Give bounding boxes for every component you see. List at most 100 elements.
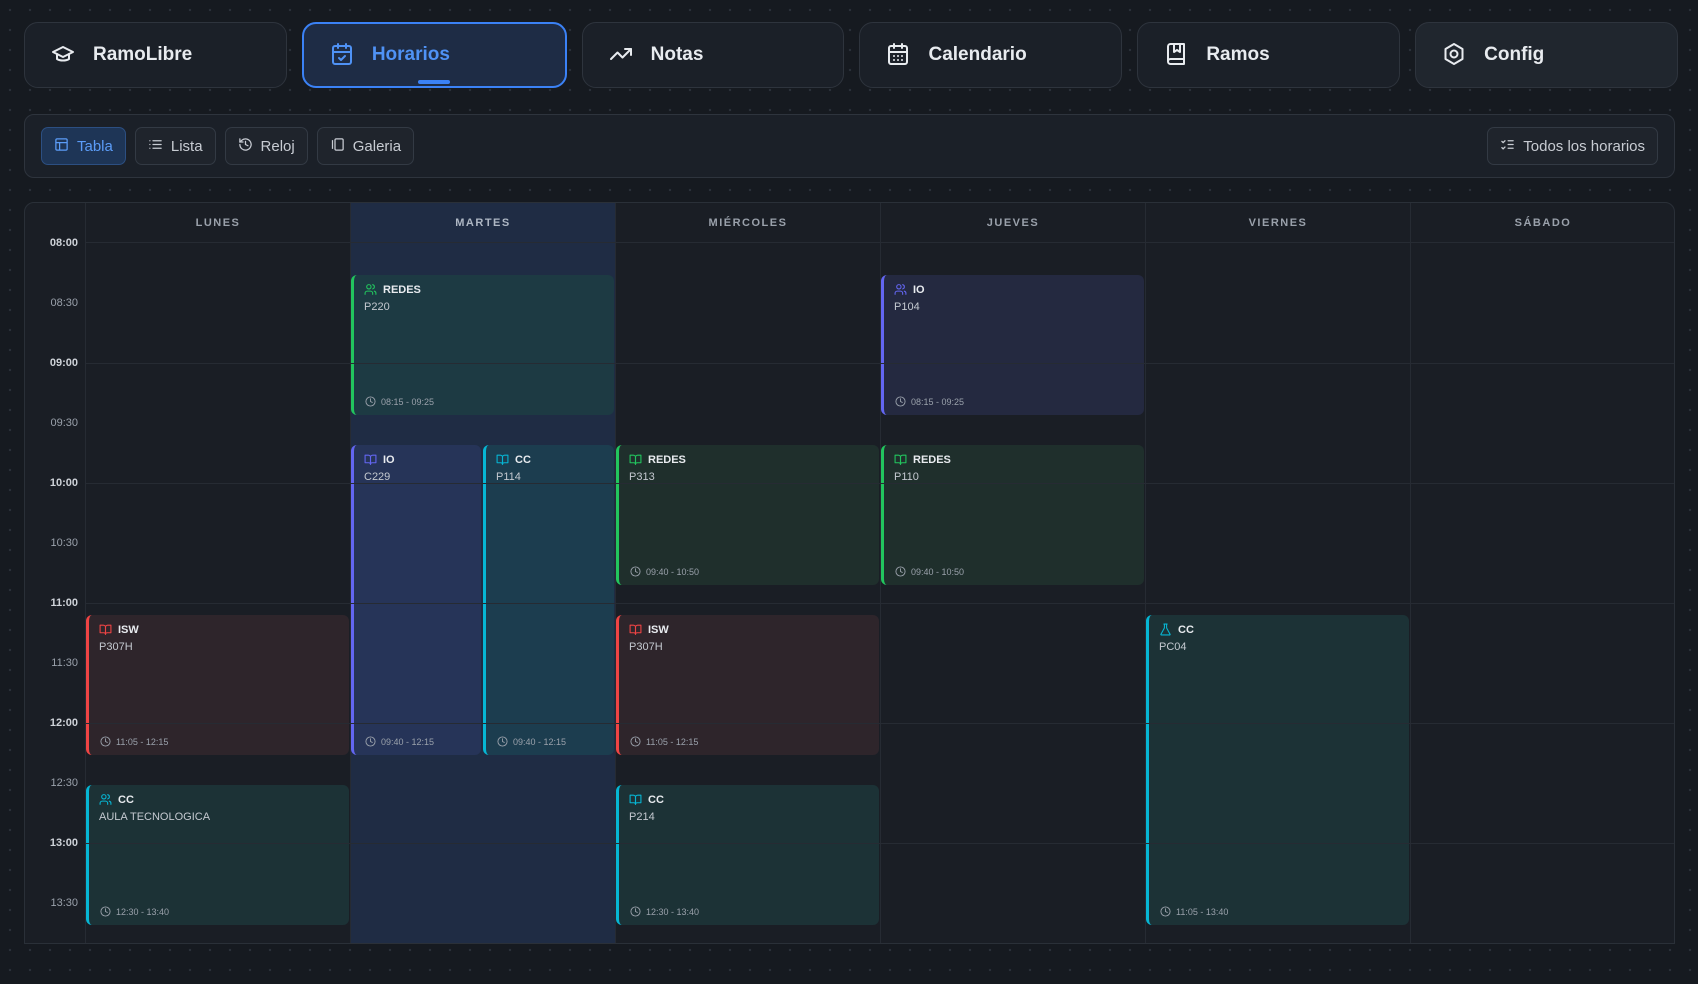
tab-calendario[interactable]: Calendario — [859, 22, 1123, 88]
book-icon — [629, 793, 642, 806]
event-time: 09:40 - 10:50 — [911, 566, 965, 577]
book-bookmark-icon — [1164, 42, 1190, 68]
event-course: REDES — [383, 283, 421, 296]
event-time: 12:30 - 13:40 — [116, 906, 170, 917]
list-icon — [148, 137, 163, 156]
view-galeria-button[interactable]: Galeria — [316, 127, 415, 165]
tab-label: Ramos — [1206, 44, 1270, 65]
schedule-grid: 08:00 08:30 09:00 09:30 10:00 10:30 11:00 11:30… — [24, 202, 1675, 944]
users-icon — [364, 283, 377, 296]
clock-icon — [630, 736, 641, 747]
event-course: CC — [515, 453, 531, 466]
view-label: Reloj — [260, 137, 295, 155]
book-icon — [99, 623, 112, 636]
clock-icon — [1160, 906, 1171, 917]
gallery-icon — [330, 137, 345, 156]
tab-ramolibre[interactable]: RamoLibre — [24, 22, 287, 88]
filter-horarios-button[interactable]: Todos los horarios — [1487, 127, 1658, 165]
time-label: 13:30 — [50, 897, 78, 909]
event-room: AULA TECNOLOGICA — [99, 811, 211, 823]
flask-icon — [1159, 623, 1172, 636]
filter-label: Todos los horarios — [1523, 137, 1645, 155]
event-course: CC — [118, 793, 134, 806]
time-label: 10:30 — [50, 537, 78, 549]
hour-gridline — [85, 363, 1674, 364]
event-room: PC04 — [1159, 641, 1187, 653]
class-event[interactable]: ISW P307H 11:05 - 12:15 — [616, 615, 879, 755]
time-label: 11:00 — [50, 597, 78, 609]
main-nav: RamoLibre Horarios Notas Calendario Ramo… — [24, 22, 1678, 92]
day-header: VIERNES — [1146, 203, 1410, 243]
event-time: 11:05 - 12:15 — [116, 736, 169, 747]
users-icon — [99, 793, 112, 806]
class-event[interactable]: REDES P220 08:15 - 09:25 — [351, 275, 614, 415]
time-label: 10:00 — [49, 477, 78, 489]
event-time: 12:30 - 13:40 — [646, 906, 700, 917]
event-time: 09:40 - 12:15 — [513, 736, 567, 747]
class-event[interactable]: ISW P307H 11:05 - 12:15 — [86, 615, 349, 755]
event-course: IO — [913, 283, 925, 296]
event-room: P114 — [496, 471, 521, 483]
hour-gridline — [85, 843, 1674, 844]
event-time: 09:40 - 12:15 — [381, 736, 435, 747]
day-header: MARTES — [351, 203, 615, 243]
class-event[interactable]: IO P104 08:15 - 09:25 — [881, 275, 1144, 415]
view-tabla-button[interactable]: Tabla — [41, 127, 126, 165]
event-course: CC — [1178, 623, 1194, 636]
book-icon — [894, 453, 907, 466]
calendar-icon — [886, 42, 912, 68]
list-checks-icon — [1500, 137, 1515, 156]
class-event[interactable]: CC P114 09:40 - 12:15 — [483, 445, 614, 755]
tab-notas[interactable]: Notas — [581, 22, 845, 88]
hour-gridline — [85, 603, 1674, 604]
time-label: 09:30 — [50, 417, 78, 429]
view-label: Galeria — [352, 137, 402, 155]
view-toolbar: Tabla Lista Reloj Galeria Todos los hora… — [24, 114, 1675, 178]
time-label: 13:00 — [49, 837, 78, 849]
view-label: Tabla — [77, 137, 113, 155]
class-event[interactable]: REDES P110 09:40 - 10:50 — [881, 445, 1144, 585]
event-room: P104 — [894, 301, 920, 313]
users-icon — [894, 283, 907, 296]
event-time: 11:05 - 13:40 — [1176, 906, 1229, 917]
clock-icon — [100, 906, 111, 917]
class-event[interactable]: CC AULA TECNOLOGICA 12:30 - 13:40 — [86, 785, 349, 925]
settings-icon — [1442, 42, 1468, 68]
event-room: P313 — [629, 471, 655, 483]
event-time: 08:15 - 09:25 — [911, 396, 965, 407]
tab-horarios[interactable]: Horarios — [301, 22, 567, 88]
time-label: 11:30 — [51, 657, 78, 669]
graduation-cap-icon — [51, 42, 77, 68]
tab-label: Calendario — [928, 44, 1027, 65]
clock-icon — [365, 396, 376, 407]
tab-ramos[interactable]: Ramos — [1137, 22, 1401, 88]
event-room: P307H — [629, 641, 663, 653]
event-room: P214 — [629, 811, 655, 823]
tab-label: Config — [1484, 44, 1545, 65]
view-label: Lista — [170, 137, 203, 155]
day-column-sabado: SÁBADO — [1410, 203, 1674, 943]
hour-gridline — [85, 723, 1674, 724]
class-event[interactable]: CC P214 12:30 - 13:40 — [616, 785, 879, 925]
tab-config[interactable]: Config — [1415, 22, 1678, 88]
history-icon — [238, 137, 253, 156]
view-reloj-button[interactable]: Reloj — [224, 127, 308, 165]
tab-label: Notas — [650, 44, 704, 65]
class-event[interactable]: REDES P313 09:40 - 10:50 — [616, 445, 879, 585]
view-lista-button[interactable]: Lista — [134, 127, 216, 165]
event-course: IO — [383, 453, 395, 466]
clock-icon — [365, 736, 376, 747]
tab-label: RamoLibre — [93, 44, 193, 65]
clock-icon — [895, 396, 906, 407]
event-time: 08:15 - 09:25 — [381, 396, 435, 407]
class-event[interactable]: CC PC04 11:05 - 13:40 — [1146, 615, 1409, 925]
trending-up-icon — [609, 42, 635, 68]
clock-icon — [497, 736, 508, 747]
class-event[interactable]: IO C229 09:40 - 12:15 — [351, 445, 481, 755]
table-icon — [54, 137, 69, 156]
clock-icon — [630, 906, 641, 917]
event-time: 11:05 - 12:15 — [646, 736, 699, 747]
time-label: 08:00 — [49, 237, 78, 249]
event-course: ISW — [648, 623, 669, 636]
time-label: 09:00 — [49, 357, 78, 369]
